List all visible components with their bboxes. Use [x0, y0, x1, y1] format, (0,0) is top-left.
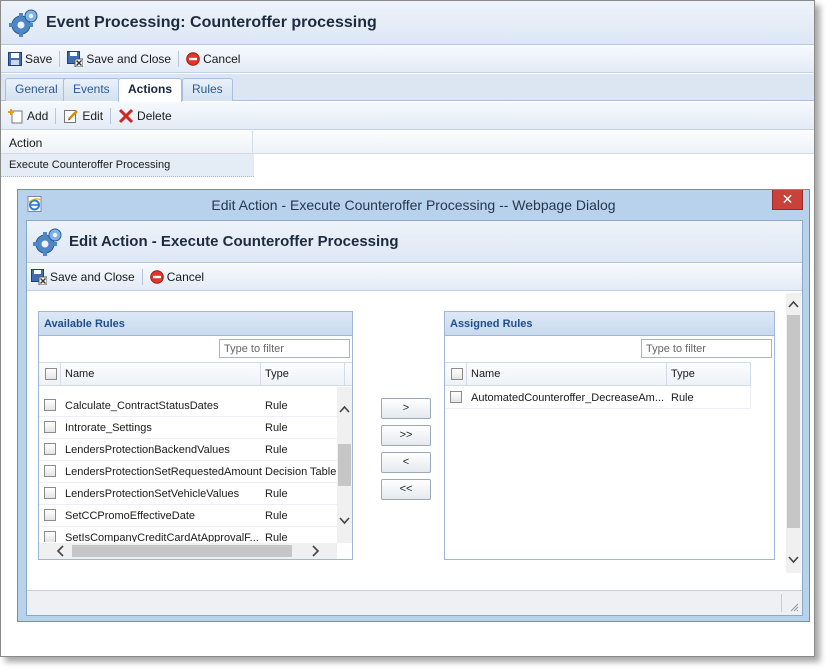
assigned-rules-list: AutomatedCounteroffer_DecreaseAm... Rule — [445, 387, 751, 409]
row-checkbox[interactable] — [450, 391, 462, 403]
gears-icon — [9, 9, 38, 37]
row-checkbox[interactable] — [44, 509, 56, 521]
tab-events[interactable]: Events — [63, 78, 120, 101]
row-checkbox[interactable] — [44, 421, 56, 433]
dialog-toolbar: Save and Close Cancel — [27, 264, 802, 291]
save-button[interactable]: Save — [1, 46, 59, 72]
dialog-window-title: Edit Action - Execute Counteroffer Proce… — [211, 197, 616, 213]
app-header: Event Processing: Counteroffer processin… — [1, 1, 814, 45]
tab-actions[interactable]: Actions — [118, 78, 183, 102]
available-vertical-scrollbar[interactable] — [337, 387, 352, 543]
available-filter-input[interactable] — [219, 339, 350, 358]
table-row[interactable]: Execute Counteroffer Processing — [1, 154, 254, 177]
delete-icon — [118, 108, 134, 123]
dialog-vertical-scrollbar[interactable] — [786, 293, 801, 573]
remove-selected-button[interactable]: < — [381, 452, 431, 473]
row-checkbox[interactable] — [44, 399, 56, 411]
tab-general[interactable]: General — [5, 78, 68, 101]
actions-grid-header: Action — [1, 131, 814, 154]
dialog-content: Available Rules Name Type Calculate_Cont — [27, 291, 802, 591]
add-selected-button[interactable]: > — [381, 398, 431, 419]
dialog-titlebar[interactable]: Edit Action - Execute Counteroffer Proce… — [18, 190, 809, 219]
assigned-filter-input[interactable] — [641, 339, 772, 358]
available-columns: Name Type — [39, 362, 352, 386]
save-close-icon — [67, 51, 84, 67]
tab-rules[interactable]: Rules — [182, 78, 233, 101]
edit-icon — [64, 109, 79, 123]
tab-bar: General Events Actions Rules — [1, 74, 814, 102]
list-item[interactable]: Calculate_ContractStatusDates Rule — [39, 395, 337, 417]
add-icon — [8, 108, 23, 123]
main-window: Event Processing: Counteroffer processin… — [0, 0, 815, 657]
chevron-down-icon[interactable] — [786, 553, 801, 567]
cancel-icon — [149, 270, 164, 284]
available-rules-title: Available Rules — [39, 312, 352, 336]
remove-all-button[interactable]: << — [381, 479, 431, 500]
dialog-save-and-close-button[interactable]: Save and Close — [27, 264, 142, 290]
gears-icon — [33, 228, 62, 256]
row-checkbox[interactable] — [44, 443, 56, 455]
row-checkbox[interactable] — [44, 465, 56, 477]
dialog-close-button[interactable]: ✕ — [772, 190, 803, 210]
add-all-button[interactable]: >> — [381, 425, 431, 446]
scrollbar-thumb[interactable] — [787, 315, 800, 528]
list-item[interactable]: LendersProtectionSetVehicleValues Rule — [39, 483, 337, 505]
resize-grip-icon[interactable] — [789, 602, 799, 612]
save-and-close-button[interactable]: Save and Close — [60, 46, 178, 72]
dialog-status-bar — [27, 590, 802, 615]
cancel-button[interactable]: Cancel — [179, 46, 247, 72]
row-checkbox[interactable] — [44, 531, 56, 542]
column-header-action[interactable]: Action — [1, 131, 253, 154]
assigned-rules-title: Assigned Rules — [445, 312, 774, 336]
list-item[interactable]: LendersProtectionSetRequestedAmount Deci… — [39, 461, 337, 483]
list-item[interactable]: Introrate_Settings Rule — [39, 417, 337, 439]
dialog-title: Edit Action - Execute Counteroffer Proce… — [69, 233, 399, 250]
add-button[interactable]: Add — [1, 102, 55, 129]
chevron-left-icon[interactable] — [54, 543, 68, 559]
chevron-down-icon[interactable] — [337, 514, 352, 528]
save-close-icon — [31, 269, 47, 285]
chevron-up-icon[interactable] — [786, 297, 801, 311]
chevron-up-icon[interactable] — [337, 402, 352, 416]
list-item[interactable]: AutomatedCounteroffer_DecreaseAm... Rule — [445, 387, 751, 409]
edit-action-dialog: Edit Action - Execute Counteroffer Proce… — [17, 189, 810, 622]
page-title: Event Processing: Counteroffer processin… — [46, 13, 377, 31]
actions-toolbar: Add Edit Delete — [1, 102, 814, 130]
chevron-right-icon[interactable] — [308, 543, 322, 559]
column-header-name[interactable]: Name — [61, 363, 261, 386]
dialog-client: Edit Action - Execute Counteroffer Proce… — [26, 220, 803, 616]
list-item[interactable]: SetIsCompanyCreditCardAtApprovalF... Rul… — [39, 527, 337, 542]
scrollbar-thumb[interactable] — [338, 444, 351, 486]
dialog-cancel-button[interactable]: Cancel — [143, 264, 211, 290]
available-horizontal-scrollbar[interactable] — [39, 543, 337, 559]
main-toolbar: Save Save and Close Cancel — [1, 46, 814, 73]
row-checkbox[interactable] — [44, 487, 56, 499]
available-rules-panel: Available Rules Name Type Calculate_Cont — [38, 311, 353, 560]
available-rules-list: Calculate_ContractStatusDates Rule Intro… — [39, 387, 337, 542]
edit-button[interactable]: Edit — [56, 102, 110, 129]
delete-button[interactable]: Delete — [111, 102, 179, 129]
assigned-columns: Name Type — [445, 362, 751, 386]
assigned-rules-panel: Assigned Rules Name Type AutomatedCounte — [444, 311, 775, 560]
cancel-icon — [186, 52, 200, 66]
list-item[interactable]: LendersProtectionBackendValues Rule — [39, 439, 337, 461]
floppy-icon — [8, 52, 22, 66]
column-header-type[interactable]: Type — [261, 363, 345, 386]
column-header-name[interactable]: Name — [467, 363, 667, 386]
list-item[interactable]: SetCCPromoEffectiveDate Rule — [39, 505, 337, 527]
scrollbar-thumb[interactable] — [72, 545, 292, 557]
dialog-header: Edit Action - Execute Counteroffer Proce… — [27, 221, 802, 263]
column-header-type[interactable]: Type — [667, 363, 751, 386]
